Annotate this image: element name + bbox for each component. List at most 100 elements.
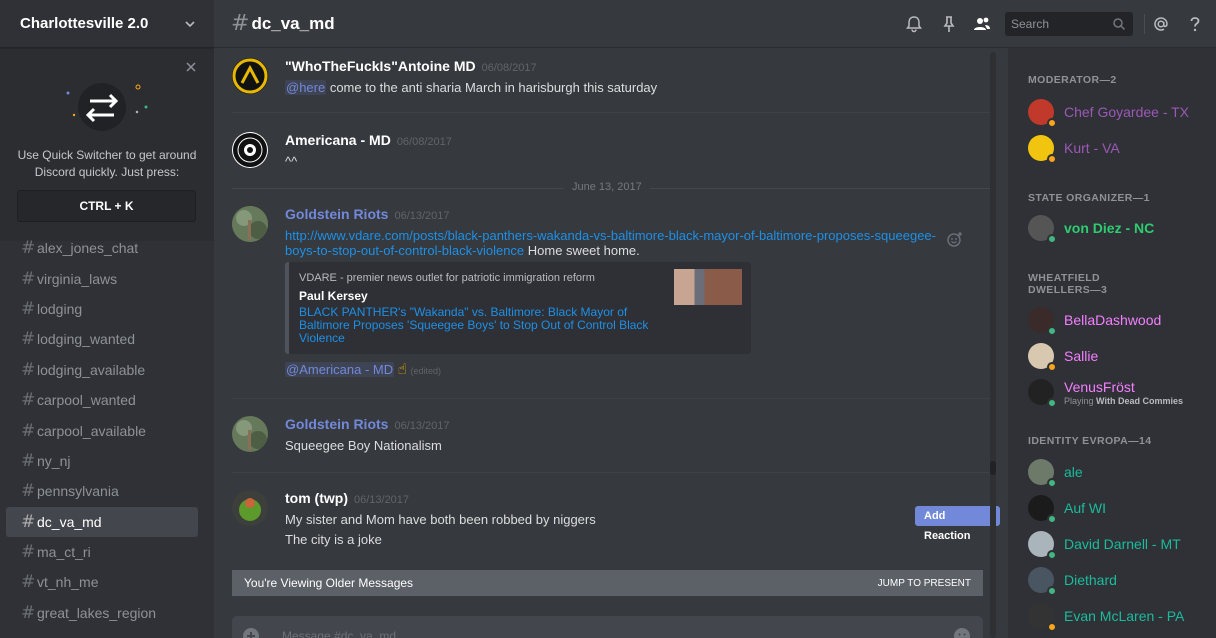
message-scrollbar-thumb[interactable] <box>990 461 996 475</box>
status-idle-icon <box>1047 118 1057 128</box>
message-scrollbar-track[interactable] <box>990 52 996 638</box>
channel-label: lodging <box>37 300 83 317</box>
message-group-divider <box>232 472 992 473</box>
member-item[interactable]: Chef Goyardee - TX <box>1028 96 1216 128</box>
channel-label: carpool_available <box>37 422 146 439</box>
edited-label: (edited) <box>410 366 442 376</box>
status-idle-icon <box>1047 154 1057 164</box>
avatar <box>1028 307 1057 336</box>
channel-virginia-laws[interactable]: # virginia_laws <box>6 263 198 293</box>
mention[interactable]: @Americana - MD <box>285 362 395 377</box>
avatar <box>1028 99 1057 128</box>
close-icon[interactable] <box>184 60 198 74</box>
member-item[interactable]: ale <box>1028 456 1216 488</box>
message-author[interactable]: Americana - MD <box>285 132 391 148</box>
channel-ny-nj[interactable]: # ny_nj <box>6 446 198 476</box>
message-list: "WhoTheFuckIs"Antoine MD 06/08/2017 @here… <box>214 48 1000 638</box>
guild-header[interactable]: Charlottesville 2.0 <box>0 0 214 48</box>
member-item[interactable]: von Diez - NC <box>1028 212 1216 244</box>
channel-hash-icon: # <box>21 390 36 411</box>
bell-icon[interactable] <box>904 14 924 34</box>
avatar <box>1028 343 1057 372</box>
member-name: David Darnell - MT <box>1064 536 1181 552</box>
channel-carpool-available[interactable]: # carpool_available <box>6 415 198 445</box>
channel-dc-va-md[interactable]: # dc_va_md <box>6 506 198 537</box>
avatar <box>1028 603 1057 632</box>
channel-lodging[interactable]: # lodging <box>6 294 198 324</box>
add-reaction-icon[interactable] <box>947 231 963 247</box>
message-body: tom (twp) 06/13/2017 My sister and Mom ha… <box>285 490 596 550</box>
message-author[interactable]: Goldstein Riots <box>285 206 388 222</box>
member-item[interactable]: BellaDashwood <box>1028 304 1216 336</box>
member-item[interactable]: Sallie <box>1028 340 1216 372</box>
mentions-icon[interactable] <box>1151 14 1171 34</box>
status-online-icon <box>1047 398 1057 408</box>
avatar[interactable] <box>232 132 268 168</box>
embed-title-link[interactable]: BLACK PANTHER's "Wakanda" vs. Baltimore:… <box>299 306 659 345</box>
embed-thumbnail[interactable] <box>674 269 742 305</box>
channel-label: dc_va_md <box>37 513 102 530</box>
channel-great-lakes-region[interactable]: # great_lakes_region <box>6 598 198 628</box>
member-item[interactable]: Evan McLaren - PA <box>1028 600 1216 632</box>
avatar <box>1028 531 1057 560</box>
channel-pennsylvania[interactable]: # pennsylvania <box>6 476 198 506</box>
member-item[interactable]: VenusFröst Playing With Dead Commies <box>1028 376 1216 408</box>
status-online-icon <box>1047 586 1057 596</box>
member-item[interactable]: Auf WI <box>1028 492 1216 524</box>
channel-ma-ct-ri[interactable]: # ma_ct_ri <box>6 537 198 567</box>
quick-switcher-popout: Use Quick Switcher to get around Discord… <box>0 49 214 241</box>
avatar[interactable] <box>232 490 268 526</box>
avatar <box>1028 495 1057 524</box>
jump-to-present-button[interactable]: JUMP TO PRESENT <box>878 578 971 589</box>
channel-alex-jones-chat[interactable]: # alex_jones_chat <box>6 233 198 263</box>
channel-carpool-wanted[interactable]: # carpool_wanted <box>6 385 198 415</box>
status-online-icon <box>1047 478 1057 488</box>
date-divider-label: June 13, 2017 <box>564 181 650 193</box>
pin-icon[interactable] <box>939 14 959 34</box>
avatar[interactable] <box>232 416 268 452</box>
message-input[interactable]: Message #dc_va_md <box>232 616 983 638</box>
message-text: Squeegee Boy Nationalism <box>285 438 442 453</box>
channel-label: carpool_wanted <box>37 392 136 409</box>
channel-header: # dc_va_md Search <box>214 0 1216 48</box>
message-text: come to the anti sharia March in harisbu… <box>326 80 658 95</box>
upload-plus-icon[interactable] <box>242 627 260 638</box>
message-author[interactable]: tom (twp) <box>285 490 348 506</box>
status-online-icon <box>1047 514 1057 524</box>
message-group-divider <box>232 398 992 399</box>
channel-lodging-wanted[interactable]: # lodging_wanted <box>6 324 198 354</box>
link-embed: VDARE - premier news outlet for patrioti… <box>285 262 751 354</box>
channel-hash-icon: # <box>231 11 250 36</box>
members-icon[interactable] <box>972 14 992 34</box>
embed-author: Paul Kersey <box>299 289 368 303</box>
message-author[interactable]: "WhoTheFuckIs"Antoine MD <box>285 58 476 74</box>
channel-hash-icon: # <box>21 450 36 471</box>
channel-lodging-available[interactable]: # lodging_available <box>6 355 198 385</box>
older-messages-bar: You're Viewing Older Messages JUMP TO PR… <box>232 570 983 596</box>
help-icon[interactable] <box>1185 14 1205 34</box>
channel-label: virginia_laws <box>37 270 118 287</box>
channel-label: ny_nj <box>37 452 71 469</box>
member-name: von Diez - NC <box>1064 220 1155 236</box>
member-item[interactable]: Diethard <box>1028 564 1216 596</box>
avatar[interactable] <box>232 58 268 94</box>
message-timestamp: 06/08/2017 <box>481 62 537 74</box>
avatar[interactable] <box>232 206 268 242</box>
chevron-down-icon <box>185 20 195 27</box>
message-author[interactable]: Goldstein Riots <box>285 416 388 432</box>
message-text: ^^ <box>285 154 298 169</box>
emoji-picker-icon[interactable] <box>953 627 971 638</box>
avatar <box>1028 567 1057 596</box>
avatar <box>1028 215 1057 244</box>
member-item[interactable]: David Darnell - MT <box>1028 528 1216 560</box>
member-name: ale <box>1064 464 1083 480</box>
member-item[interactable]: Kurt - VA <box>1028 132 1216 164</box>
search-input[interactable]: Search <box>1005 12 1133 36</box>
message-group-divider <box>232 112 992 113</box>
avatar <box>1028 135 1057 164</box>
channel-vt-nh-me[interactable]: # vt_nh_me <box>6 567 198 597</box>
channel-hash-icon: # <box>21 420 36 441</box>
mention[interactable]: @here <box>285 80 327 95</box>
member-list: MODERATOR—2 Chef Goyardee - TX Kurt - VA… <box>1008 48 1216 638</box>
message-body: Goldstein Riots 06/13/2017 Squeegee Boy N… <box>285 416 450 456</box>
